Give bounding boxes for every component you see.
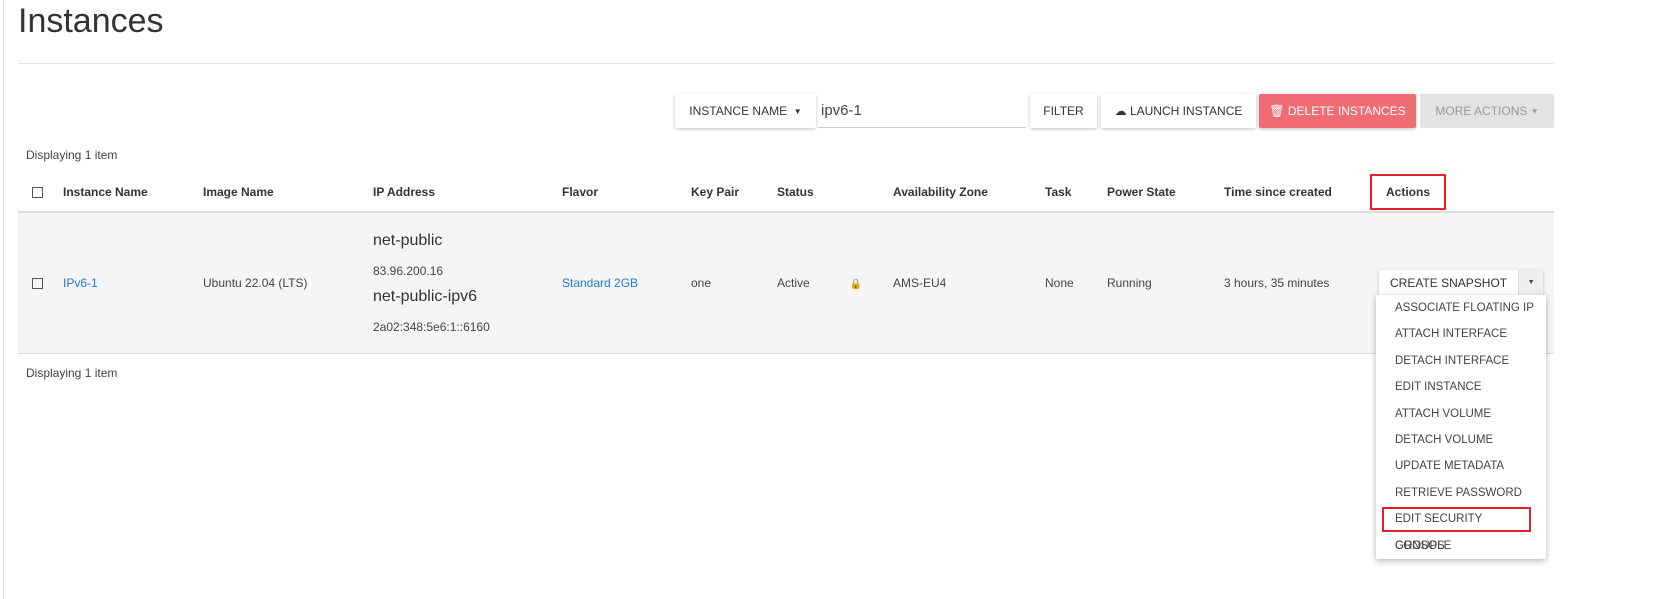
select-all-checkbox[interactable] bbox=[32, 186, 43, 198]
filter-button[interactable]: FILTER bbox=[1030, 94, 1097, 128]
actions-menu: ASSOCIATE FLOATING IP ATTACH INTERFACE D… bbox=[1376, 295, 1546, 559]
caret-down-icon: ▼ bbox=[793, 106, 802, 116]
menu-item-detach-interface[interactable]: DETACH INTERFACE bbox=[1376, 348, 1546, 374]
filter-input[interactable] bbox=[818, 94, 1026, 128]
more-label: MORE ACTIONS bbox=[1435, 104, 1528, 118]
network-name: net-public-ipv6 bbox=[373, 287, 478, 305]
lock-icon: 🔒 bbox=[849, 278, 863, 290]
flavor-link[interactable]: Standard 2GB bbox=[562, 276, 638, 290]
ip-address: 83.96.200.16 bbox=[373, 263, 444, 278]
header-actions: Actions bbox=[1369, 173, 1447, 210]
header-image-name[interactable]: Image Name bbox=[202, 172, 372, 213]
left-border bbox=[3, 0, 4, 599]
time-since-created: 3 hours, 35 minutes bbox=[1223, 212, 1385, 354]
delete-label: DELETE INSTANCES bbox=[1287, 104, 1406, 118]
actions-dropdown-toggle[interactable]: ▼ bbox=[1519, 269, 1544, 296]
row-checkbox[interactable] bbox=[32, 278, 43, 290]
key-pair: one bbox=[690, 212, 776, 354]
menu-item-associate-floating-ip[interactable]: ASSOCIATE FLOATING IP bbox=[1376, 295, 1546, 321]
menu-item-update-metadata[interactable]: UPDATE METADATA bbox=[1376, 453, 1546, 479]
header-ip-address[interactable]: IP Address bbox=[372, 172, 561, 213]
cloud-upload-icon: ☁ bbox=[1114, 104, 1127, 118]
table-row: IPv6-1 Ubuntu 22.04 (LTS) net-public 83.9… bbox=[18, 212, 1554, 354]
launch-label: LAUNCH INSTANCE bbox=[1129, 104, 1243, 118]
header-status[interactable]: Status bbox=[776, 172, 892, 213]
page-title: Instances bbox=[18, 2, 164, 40]
trash-icon: 🗑 bbox=[1269, 104, 1285, 118]
filter-field-dropdown[interactable]: INSTANCE NAME ▼ bbox=[675, 94, 816, 128]
menu-item-console[interactable]: CONSOLE bbox=[1376, 533, 1546, 559]
task: None bbox=[1044, 212, 1106, 354]
header-task[interactable]: Task bbox=[1044, 172, 1106, 213]
launch-instance-button[interactable]: ☁ LAUNCH INSTANCE bbox=[1101, 94, 1256, 128]
availability-zone: AMS-EU4 bbox=[892, 212, 1044, 354]
header-key-pair[interactable]: Key Pair bbox=[690, 172, 776, 213]
divider bbox=[18, 63, 1554, 64]
header-power-state[interactable]: Power State bbox=[1106, 172, 1223, 213]
status: Active bbox=[777, 275, 810, 290]
header-instance-name[interactable]: Instance Name bbox=[62, 172, 202, 213]
menu-item-retrieve-password[interactable]: RETRIEVE PASSWORD bbox=[1376, 480, 1546, 506]
menu-item-detach-volume[interactable]: DETACH VOLUME bbox=[1376, 427, 1546, 453]
instance-name-link[interactable]: IPv6-1 bbox=[63, 276, 98, 290]
menu-item-edit-instance[interactable]: EDIT INSTANCE bbox=[1376, 374, 1546, 400]
instances-table: Instance Name Image Name IP Address Flav… bbox=[18, 172, 1554, 354]
item-count-bottom: Displaying 1 item bbox=[26, 366, 118, 380]
image-name: Ubuntu 22.04 (LTS) bbox=[202, 212, 372, 354]
filter-field-label: INSTANCE NAME bbox=[689, 104, 788, 118]
menu-item-attach-volume[interactable]: ATTACH VOLUME bbox=[1376, 401, 1546, 427]
caret-down-icon: ▼ bbox=[1530, 106, 1539, 116]
create-snapshot-button[interactable]: CREATE SNAPSHOT bbox=[1379, 269, 1520, 296]
item-count-top: Displaying 1 item bbox=[26, 148, 118, 162]
network-name: net-public bbox=[373, 231, 443, 249]
menu-item-attach-interface[interactable]: ATTACH INTERFACE bbox=[1376, 321, 1546, 347]
ip-address: 2a02:348:5e6:1::6160 bbox=[373, 319, 490, 334]
header-availability-zone[interactable]: Availability Zone bbox=[892, 172, 1044, 213]
more-actions-button[interactable]: MORE ACTIONS ▼ bbox=[1420, 94, 1554, 128]
power-state: Running bbox=[1106, 212, 1223, 354]
header-flavor[interactable]: Flavor bbox=[561, 172, 690, 213]
delete-instances-button[interactable]: 🗑 DELETE INSTANCES bbox=[1259, 94, 1416, 128]
menu-item-edit-security-groups[interactable]: EDIT SECURITY GROUPS bbox=[1381, 506, 1532, 552]
header-time-since-created[interactable]: Time since created bbox=[1223, 172, 1385, 213]
